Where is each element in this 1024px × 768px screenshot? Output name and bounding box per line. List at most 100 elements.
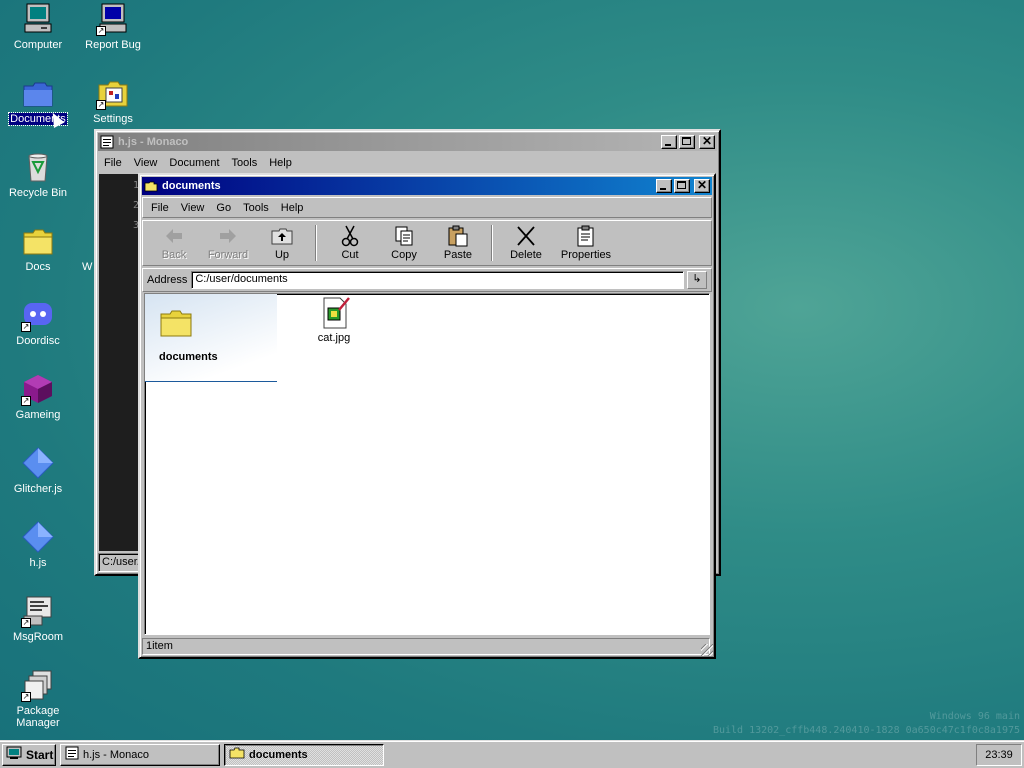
up-folder-icon	[270, 225, 294, 247]
paste-label: Paste	[443, 249, 473, 261]
paste-button[interactable]: Paste	[431, 223, 485, 263]
desktop-icon-label: Doordisc	[16, 335, 60, 347]
copy-label: Copy	[391, 249, 417, 261]
desktop-icon-glitcher[interactable]: Glitcher.js	[0, 446, 76, 495]
explorer-toolbar: Back Forward Up Cut Copy Paste Delete Pr…	[142, 220, 712, 266]
desktop-icon-gameing[interactable]: ↗ Gameing	[0, 372, 76, 421]
menu-view[interactable]: View	[128, 155, 164, 171]
monaco-menubar: File View Document Tools Help	[96, 153, 719, 172]
menu-file[interactable]: File	[145, 200, 175, 216]
maximize-button[interactable]	[679, 135, 695, 149]
minimize-button[interactable]	[661, 135, 677, 149]
menu-go[interactable]: Go	[210, 200, 237, 216]
address-label: Address	[147, 274, 188, 286]
shortcut-arrow-icon: ↗	[21, 692, 31, 702]
partial-desktop-label: W	[82, 261, 93, 273]
desktop-icon-msgroom[interactable]: ↗ MsgRoom	[0, 594, 76, 643]
taskbar: Start h.js - Monaco documents 23:39	[0, 740, 1024, 768]
back-arrow-icon	[162, 225, 186, 247]
watermark-line: Build 13202_cffb448.240410-1828 0a650c47…	[712, 725, 1020, 736]
cut-label: Cut	[341, 249, 359, 261]
desktop-icon-label: Report Bug	[85, 39, 141, 51]
forward-arrow-icon	[216, 225, 240, 247]
close-button[interactable]: ✕	[694, 178, 710, 193]
go-button[interactable]: ↳	[687, 271, 707, 289]
minimize-button[interactable]	[656, 179, 672, 193]
explorer-titlebar[interactable]: documents ✕	[142, 177, 712, 195]
file-name: cat.jpg	[317, 332, 351, 344]
watermark-line: Windows 96 main	[929, 711, 1020, 722]
minimize-icon	[660, 188, 666, 190]
up-button[interactable]: Up	[255, 223, 309, 263]
delete-button[interactable]: Delete	[499, 223, 553, 263]
gameing-icon: ↗	[21, 372, 55, 406]
properties-label: Properties	[560, 249, 612, 261]
taskbar-item-documents[interactable]: documents	[224, 743, 384, 766]
shortcut-arrow-icon: ↗	[96, 100, 106, 110]
folder-open-icon	[144, 179, 158, 193]
desktop-icon-documents[interactable]: Documents	[0, 76, 76, 126]
hjs-icon	[21, 520, 55, 554]
desktop-icon-doordisc[interactable]: ↗ Doordisc	[0, 298, 76, 347]
close-icon: ✕	[701, 134, 713, 148]
start-label: Start	[26, 747, 54, 762]
desktop-icon-package-manager[interactable]: ↗ Package Manager	[0, 668, 76, 729]
menu-view[interactable]: View	[175, 200, 211, 216]
computer-icon	[21, 2, 55, 36]
menu-tools[interactable]: Tools	[237, 200, 275, 216]
desktop-icon-recycle-bin[interactable]: Recycle Bin	[0, 150, 76, 199]
clock[interactable]: 23:39	[985, 749, 1013, 761]
back-button[interactable]: Back	[147, 223, 201, 263]
desktop-icon-label: Recycle Bin	[8, 187, 68, 199]
shortcut-arrow-icon: ↗	[21, 322, 31, 332]
taskbar-item-label: h.js - Monaco	[83, 748, 150, 761]
start-button[interactable]: Start	[2, 743, 56, 766]
menu-tools[interactable]: Tools	[226, 155, 264, 171]
maximize-icon	[677, 181, 686, 189]
report-bug-icon: ↗	[96, 2, 130, 36]
large-folder-icon	[159, 308, 193, 341]
monaco-status-text: C:/user/	[102, 556, 141, 568]
shortcut-arrow-icon: ↗	[21, 618, 31, 628]
build-watermark: Windows 96 main Build 13202_cffb448.2404…	[713, 710, 1020, 738]
go-arrow-icon: ↳	[692, 273, 702, 285]
scissors-icon	[338, 225, 362, 247]
file-item[interactable]: cat.jpg	[307, 296, 361, 344]
desktop-icon-computer[interactable]: Computer	[0, 2, 76, 51]
taskbar-item-monaco[interactable]: h.js - Monaco	[60, 743, 220, 766]
maximize-icon	[682, 137, 691, 145]
start-logo-icon	[6, 746, 22, 763]
menu-help[interactable]: Help	[263, 155, 298, 171]
recycle-bin-icon	[21, 150, 55, 184]
desktop-icon-hjs[interactable]: h.js	[0, 520, 76, 569]
menu-document[interactable]: Document	[163, 155, 225, 171]
address-input[interactable]: C:/user/documents	[191, 271, 684, 289]
maximize-button[interactable]	[674, 179, 690, 193]
desktop-icon-settings[interactable]: ↗ Settings	[75, 76, 151, 125]
close-button[interactable]: ✕	[699, 134, 715, 149]
resize-grip-icon[interactable]	[701, 644, 713, 656]
properties-button[interactable]: Properties	[553, 223, 619, 263]
file-view[interactable]: documents cat.jpg	[144, 293, 710, 635]
explorer-title: documents	[162, 180, 221, 192]
desktop-icon-label: Settings	[93, 113, 133, 125]
settings-icon: ↗	[96, 76, 130, 110]
forward-button[interactable]: Forward	[201, 223, 255, 263]
monaco-titlebar[interactable]: h.js - Monaco ✕	[98, 133, 717, 151]
desktop-icon-docs[interactable]: Docs	[0, 224, 76, 273]
doordisc-icon: ↗	[21, 298, 55, 332]
glitcher-icon	[21, 446, 55, 480]
delete-x-icon	[514, 225, 538, 247]
folder-header-panel: documents	[145, 294, 277, 382]
menu-help[interactable]: Help	[275, 200, 310, 216]
cut-button[interactable]: Cut	[323, 223, 377, 263]
explorer-window[interactable]: documents ✕ File View Go Tools Help Back…	[138, 173, 716, 659]
copy-button[interactable]: Copy	[377, 223, 431, 263]
folder-icon	[229, 746, 245, 763]
menu-file[interactable]: File	[98, 155, 128, 171]
toolbar-separator	[315, 225, 317, 261]
minimize-icon	[665, 144, 671, 146]
desktop-icon-report-bug[interactable]: ↗ Report Bug	[75, 2, 151, 51]
desktop-icon-label: h.js	[29, 557, 47, 569]
desktop-icon-label: Glitcher.js	[13, 483, 63, 495]
